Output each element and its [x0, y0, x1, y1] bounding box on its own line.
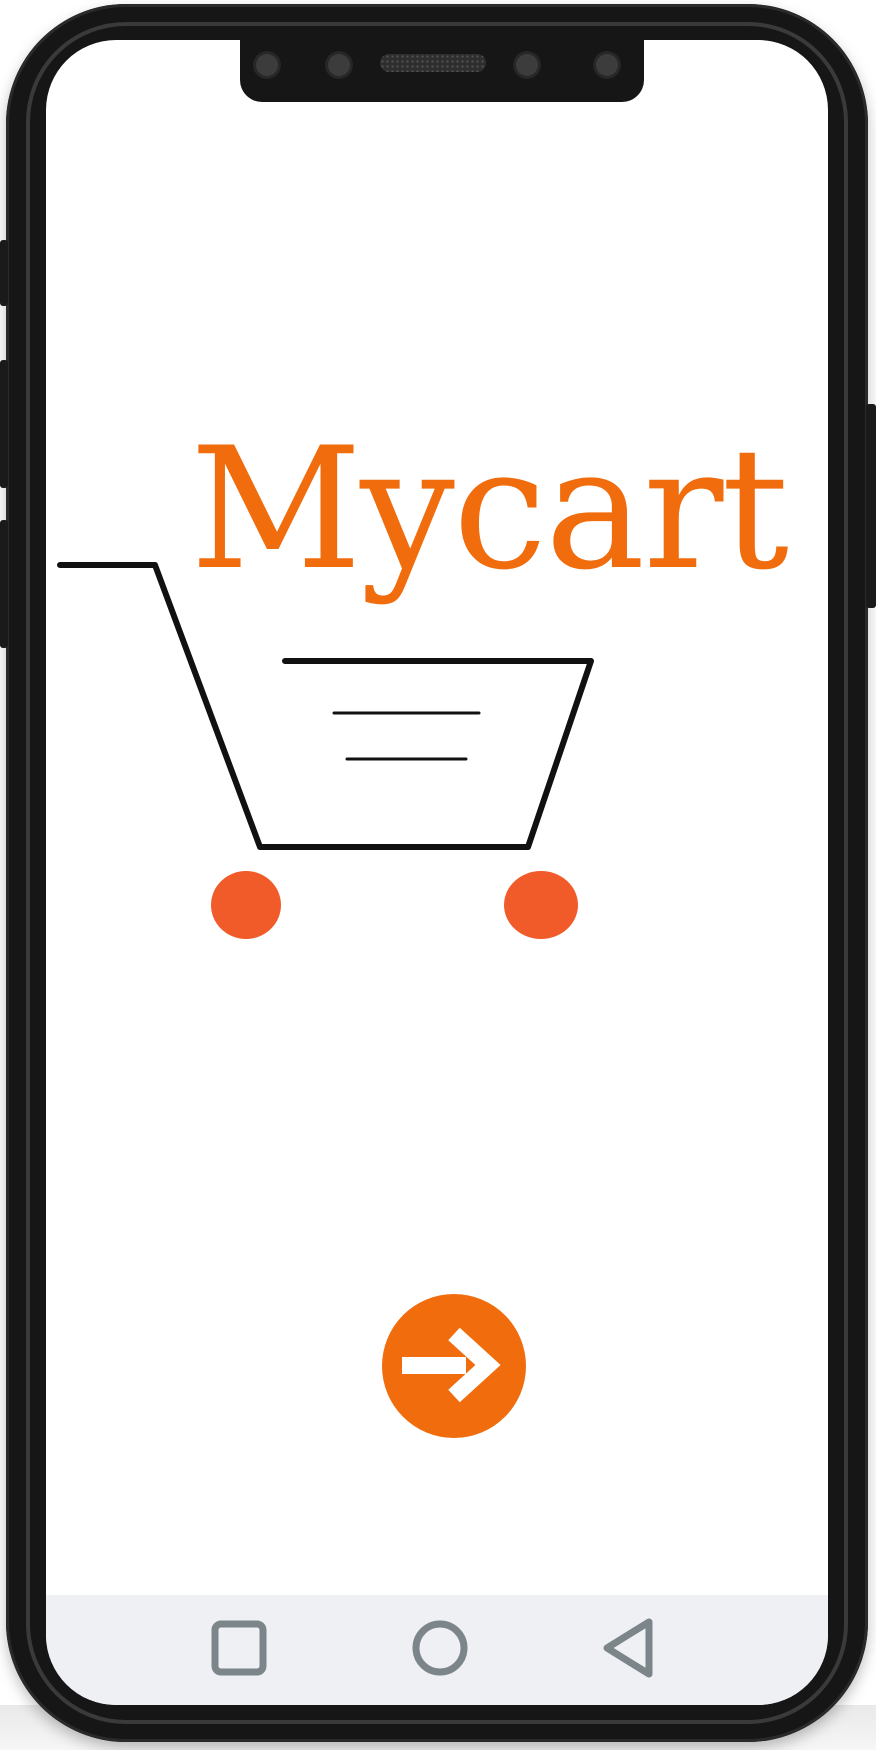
side-button-left-2	[0, 360, 8, 488]
side-button-left-3	[0, 520, 8, 648]
android-nav-bar	[46, 1595, 828, 1705]
arrow-right-icon	[382, 1294, 526, 1438]
side-button-right-power	[866, 404, 876, 608]
earpiece-speaker	[380, 54, 486, 72]
triangle-back-icon	[603, 1618, 653, 1678]
sensor-icon	[328, 54, 350, 76]
cart-wheel-right	[504, 871, 578, 939]
nav-back-button[interactable]	[594, 1613, 664, 1683]
square-icon	[211, 1620, 267, 1676]
cart-handle-outline	[57, 562, 594, 850]
circle-icon	[412, 1620, 468, 1676]
next-button[interactable]	[382, 1294, 526, 1438]
phone-notch	[240, 40, 644, 102]
shopping-cart-icon	[57, 562, 594, 939]
front-camera-icon	[256, 54, 278, 76]
nav-recents-button[interactable]	[204, 1613, 274, 1683]
sensor-icon	[596, 54, 618, 76]
front-camera-icon	[516, 54, 538, 76]
nav-home-button[interactable]	[405, 1613, 475, 1683]
side-button-left-1	[0, 240, 8, 306]
cart-wheel-left	[211, 871, 281, 939]
